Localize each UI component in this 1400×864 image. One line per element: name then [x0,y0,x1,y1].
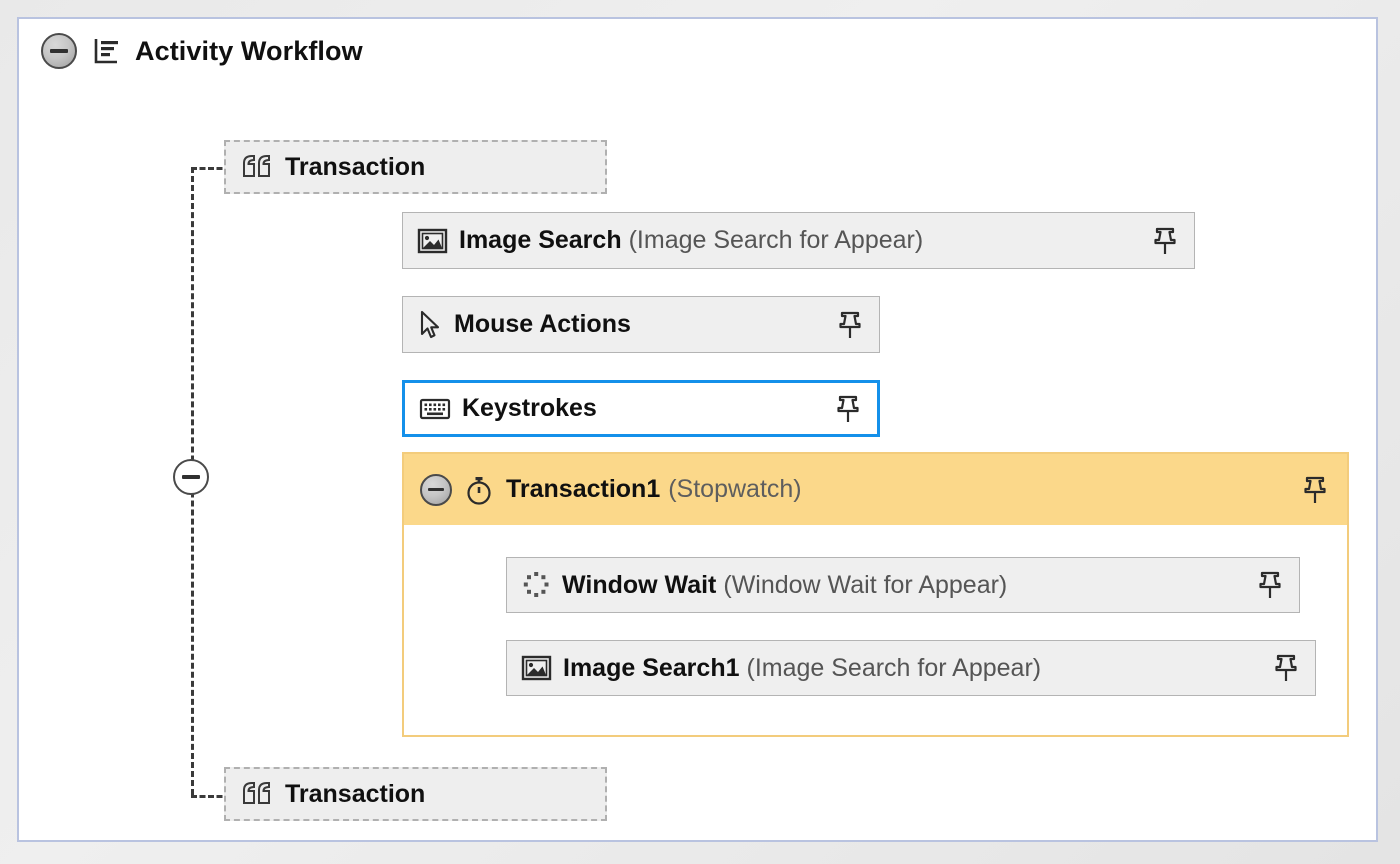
image-icon [417,227,448,255]
pushpin-icon[interactable] [1300,474,1330,506]
image-icon [521,654,552,682]
node-label: Keystrokes [462,394,597,423]
quote-marks-icon [240,152,274,182]
pushpin-icon[interactable] [835,309,865,341]
node-label: Transaction [285,153,425,182]
node-label: Transaction [285,780,425,809]
node-label: Window Wait [562,571,716,600]
page-title: Activity Workflow [135,36,363,67]
node-sublabel: (Image Search for Appear) [747,654,1042,683]
workflow-editor-screen: Activity Workflow Transaction [0,0,1400,864]
minus-circle-icon[interactable] [41,33,77,69]
node-sublabel: (Window Wait for Appear) [723,571,1007,600]
quote-marks-icon [240,779,274,809]
node-sublabel: (Image Search for Appear) [629,226,924,255]
node-keystrokes[interactable]: Keystrokes [402,380,880,437]
node-image-search1[interactable]: Image Search1 (Image Search for Appear) [506,640,1316,696]
node-transaction-end[interactable]: Transaction [224,767,607,821]
cursor-arrow-icon [417,309,443,341]
node-mouse-actions[interactable]: Mouse Actions [402,296,880,353]
group-transaction1-header[interactable]: Transaction1 (Stopwatch) [404,454,1347,525]
trunk-collapse-toggle[interactable] [173,459,209,495]
workflow-canvas[interactable]: Activity Workflow Transaction [17,17,1378,842]
minus-circle-icon[interactable] [420,474,452,506]
node-label: Mouse Actions [454,310,631,339]
stopwatch-icon [464,474,494,506]
pushpin-icon[interactable] [1255,569,1285,601]
group-sublabel: (Stopwatch) [668,475,801,504]
node-label: Image Search [459,226,622,255]
minus-bar [50,49,68,53]
pushpin-icon[interactable] [833,393,863,425]
pushpin-icon[interactable] [1271,652,1301,684]
node-label: Image Search1 [563,654,740,683]
group-label: Transaction1 [506,475,660,504]
workflow-header: Activity Workflow [41,33,363,69]
minus-bar [182,475,200,479]
workflow-list-icon [90,35,122,67]
node-image-search[interactable]: Image Search (Image Search for Appear) [402,212,1195,269]
keyboard-icon [419,396,451,422]
pushpin-icon[interactable] [1150,225,1180,257]
spinner-dots-icon [521,570,551,600]
node-transaction-start[interactable]: Transaction [224,140,607,194]
node-window-wait[interactable]: Window Wait (Window Wait for Appear) [506,557,1300,613]
group-transaction1[interactable]: Transaction1 (Stopwatch) [402,452,1349,737]
minus-bar [428,488,444,492]
